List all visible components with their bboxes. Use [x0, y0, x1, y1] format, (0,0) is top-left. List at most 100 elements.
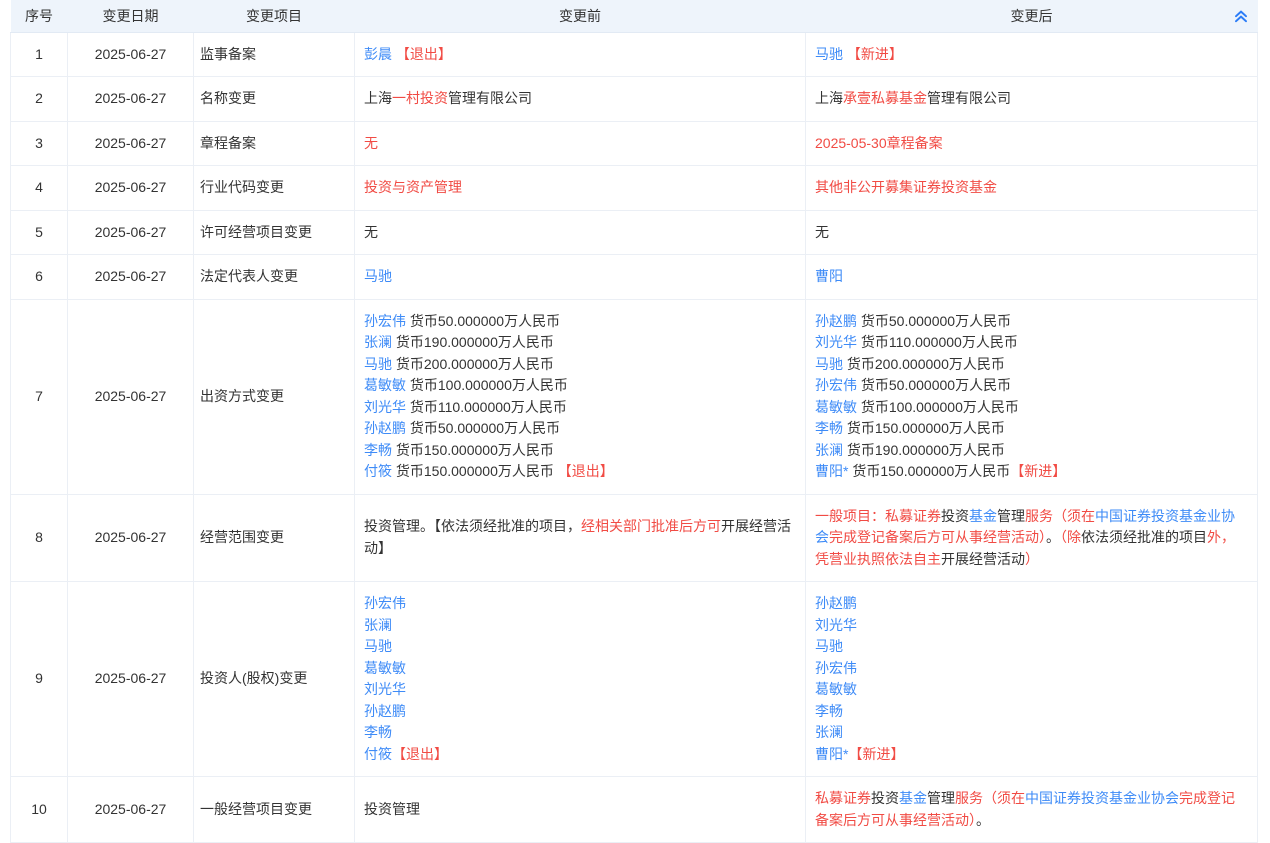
entity-link[interactable]: 刘光华 [815, 617, 857, 633]
text-segment: 【新进】 [848, 746, 904, 762]
entity-link[interactable]: 张澜 [815, 442, 843, 458]
change-item-cell: 章程备案 [194, 121, 355, 166]
entity-link[interactable]: 张澜 [364, 334, 392, 350]
entity-link[interactable]: 孙赵鹏 [815, 595, 857, 611]
text-segment: 货币110.000000万人民币 [857, 334, 1018, 350]
entity-link[interactable]: 刘光华 [364, 399, 406, 415]
entity-link[interactable]: 中国证券投资基金业协会 [1025, 790, 1179, 806]
before-cell: 上海一村投资管理有限公司 [355, 77, 806, 122]
entity-link[interactable]: 刘光华 [364, 681, 406, 697]
entity-link[interactable]: 付筱 [364, 746, 392, 762]
before-line: 李畅 货币150.000000万人民币 [364, 440, 793, 462]
before-line: 李畅 [364, 722, 793, 744]
entity-link[interactable]: 李畅 [815, 420, 843, 436]
after-cell: 上海承壹私募基金管理有限公司 [806, 77, 1258, 122]
header-cell-date: 变更日期 [68, 0, 194, 32]
entity-link[interactable]: 李畅 [364, 724, 392, 740]
row-number-cell: 9 [11, 582, 68, 777]
text-segment: 依法须经批准的项目 [1081, 529, 1207, 545]
text-segment: （除 [1060, 529, 1081, 545]
after-line: 2025-05-30章程备案 [815, 133, 1245, 155]
entity-link[interactable]: 孙宏伟 [815, 377, 857, 393]
text-segment: 【退出】 [396, 46, 452, 62]
text-segment: 管理有限公司 [448, 90, 532, 106]
change-history-table-container: 序号 变更日期 变更项目 变更前 变更后 12025-06-27监事备案彭晨 【… [10, 0, 1258, 843]
change-item-cell: 行业代码变更 [194, 166, 355, 211]
text-segment: 货币190.000000万人民币 [843, 442, 1005, 458]
entity-link[interactable]: 马驰 [364, 356, 392, 372]
text-segment: 无 [364, 224, 378, 240]
entity-link[interactable]: 孙赵鹏 [815, 313, 857, 329]
before-line: 张澜 货币190.000000万人民币 [364, 332, 793, 354]
after-cell: 马驰 【新进】 [806, 32, 1258, 77]
entity-link[interactable]: 葛敏敏 [364, 377, 406, 393]
before-line: 无 [364, 133, 793, 155]
entity-link[interactable]: 葛敏敏 [815, 399, 857, 415]
entity-link[interactable]: 马驰 [815, 356, 843, 372]
entity-link[interactable]: 曹阳 [815, 268, 843, 284]
after-cell: 无 [806, 210, 1258, 255]
entity-link[interactable]: 马驰 [364, 638, 392, 654]
text-segment: 货币150.000000万人民币 [392, 463, 558, 479]
text-segment: 【退出】 [558, 463, 614, 479]
text-segment: 其他非公开募集证券投资基金 [815, 179, 997, 195]
double-chevron-up-icon[interactable] [1233, 8, 1249, 24]
table-header: 序号 变更日期 变更项目 变更前 变更后 [11, 0, 1258, 32]
entity-link[interactable]: 曹阳* [815, 746, 848, 762]
text-segment: 上海 [364, 90, 392, 106]
change-date-cell: 2025-06-27 [68, 77, 194, 122]
before-cell: 孙宏伟 货币50.000000万人民币张澜 货币190.000000万人民币马驰… [355, 299, 806, 494]
entity-link[interactable]: 付筱 [364, 463, 392, 479]
text-segment: 货币50.000000万人民币 [857, 377, 1011, 393]
entity-link[interactable]: 李畅 [815, 703, 843, 719]
entity-link[interactable]: 孙宏伟 [364, 313, 406, 329]
entity-link[interactable]: 孙宏伟 [815, 660, 857, 676]
after-line: 私募证券投资基金管理服务（须在中国证券投资基金业协会完成登记备案后方可从事经营活… [815, 788, 1245, 831]
after-line: 马驰 【新进】 [815, 44, 1245, 66]
entity-link[interactable]: 曹阳* [815, 463, 848, 479]
after-line: 马驰 [815, 636, 1245, 658]
entity-link[interactable]: 李畅 [364, 442, 392, 458]
entity-link[interactable]: 基金 [969, 508, 997, 524]
entity-link[interactable]: 基金 [899, 790, 927, 806]
text-segment: 投资管理。【依法须经批准的项目， [364, 518, 581, 534]
text-segment: ） [1025, 551, 1039, 567]
entity-link[interactable]: 孙宏伟 [364, 595, 406, 611]
after-line: 其他非公开募集证券投资基金 [815, 177, 1245, 199]
after-line: 李畅 货币150.000000万人民币 [815, 418, 1245, 440]
before-line: 上海一村投资管理有限公司 [364, 88, 793, 110]
before-line: 马驰 [364, 636, 793, 658]
entity-link[interactable]: 葛敏敏 [364, 660, 406, 676]
change-date-cell: 2025-06-27 [68, 121, 194, 166]
row-number-cell: 7 [11, 299, 68, 494]
before-line: 孙赵鹏 [364, 701, 793, 723]
before-line: 孙赵鹏 货币50.000000万人民币 [364, 418, 793, 440]
after-line: 孙宏伟 [815, 658, 1245, 680]
header-row: 序号 变更日期 变更项目 变更前 变更后 [11, 0, 1258, 32]
entity-link[interactable]: 孙赵鹏 [364, 703, 406, 719]
entity-link[interactable]: 张澜 [815, 724, 843, 740]
text-segment: 一村投资 [392, 90, 448, 106]
change-history-table: 序号 变更日期 变更项目 变更前 变更后 12025-06-27监事备案彭晨 【… [10, 0, 1258, 843]
text-segment: 【新进】 [847, 46, 903, 62]
entity-link[interactable]: 葛敏敏 [815, 681, 857, 697]
entity-link[interactable]: 彭晨 [364, 46, 396, 62]
before-line: 彭晨 【退出】 [364, 44, 793, 66]
entity-link[interactable]: 马驰 [364, 268, 392, 284]
entity-link[interactable]: 马驰 [815, 638, 843, 654]
change-date-cell: 2025-06-27 [68, 32, 194, 77]
entity-link[interactable]: 马驰 [815, 46, 847, 62]
after-line: 孙赵鹏 货币50.000000万人民币 [815, 311, 1245, 333]
text-segment: 无 [364, 135, 378, 151]
table-row: 62025-06-27法定代表人变更马驰曹阳 [11, 255, 1258, 300]
before-line: 无 [364, 222, 793, 244]
table-body: 12025-06-27监事备案彭晨 【退出】马驰 【新进】22025-06-27… [11, 32, 1258, 843]
entity-link[interactable]: 张澜 [364, 617, 392, 633]
entity-link[interactable]: 刘光华 [815, 334, 857, 350]
text-segment: 货币150.000000万人民币 [843, 420, 1005, 436]
text-segment: 货币100.000000万人民币 [406, 377, 568, 393]
text-segment: 货币50.000000万人民币 [857, 313, 1011, 329]
text-segment: 管理 [997, 508, 1025, 524]
text-segment: 货币150.000000万人民币 [848, 463, 1010, 479]
entity-link[interactable]: 孙赵鹏 [364, 420, 406, 436]
